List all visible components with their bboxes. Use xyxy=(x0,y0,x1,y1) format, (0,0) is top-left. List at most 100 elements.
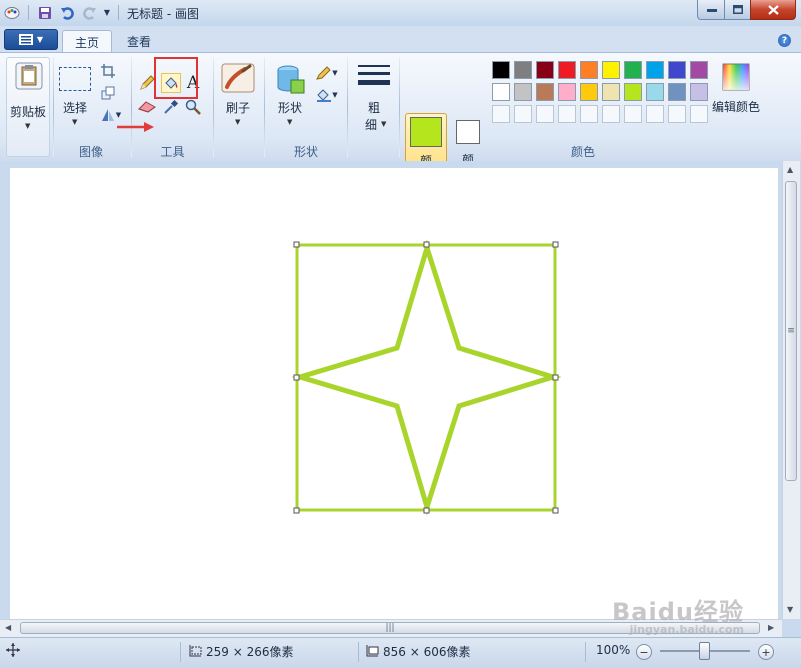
palette-swatch[interactable] xyxy=(624,61,642,79)
drawing-surface xyxy=(291,239,562,516)
scroll-right-icon[interactable]: ▶ xyxy=(768,623,774,632)
resize-handle[interactable] xyxy=(293,241,300,248)
palette-swatch[interactable] xyxy=(646,83,664,101)
palette-swatch[interactable] xyxy=(492,61,510,79)
fill-tool-highlight xyxy=(154,57,198,99)
crop-icon[interactable] xyxy=(98,61,118,81)
close-icon xyxy=(767,4,779,15)
magnifier-icon[interactable] xyxy=(183,97,203,117)
customize-toolbar-icon[interactable]: ▼ xyxy=(101,4,113,21)
resize-handle[interactable] xyxy=(293,507,300,514)
rainbow-palette-icon xyxy=(722,63,750,91)
palette-swatch-custom[interactable] xyxy=(558,105,576,123)
palette-swatch[interactable] xyxy=(690,83,708,101)
scroll-left-icon[interactable]: ◀ xyxy=(5,623,11,632)
resize-handle[interactable] xyxy=(423,241,430,248)
select-button[interactable]: 选择 ▼ xyxy=(56,61,94,135)
shapes-button[interactable]: 形状 ▼ xyxy=(270,61,310,135)
select-label: 选择 xyxy=(62,101,87,115)
palette-swatch[interactable] xyxy=(580,83,598,101)
palette-swatch[interactable] xyxy=(602,61,620,79)
chevron-down-icon: ▼ xyxy=(381,120,387,128)
resize-handle[interactable] xyxy=(423,507,430,514)
palette-swatch[interactable] xyxy=(668,61,686,79)
minimize-button[interactable] xyxy=(697,0,726,20)
palette-swatch[interactable] xyxy=(580,61,598,79)
color-picker-icon[interactable] xyxy=(161,97,181,117)
palette-swatch-custom[interactable] xyxy=(602,105,620,123)
chevron-down-icon: ▼ xyxy=(332,91,338,99)
chevron-down-icon: ▼ xyxy=(72,118,78,126)
chevron-down-icon: ▼ xyxy=(115,111,122,119)
redo-icon[interactable] xyxy=(80,4,98,21)
palette-swatch[interactable] xyxy=(558,61,576,79)
zoom-out-button[interactable]: − xyxy=(636,644,652,660)
resize-handle[interactable] xyxy=(552,374,559,381)
resize-handle[interactable] xyxy=(293,374,300,381)
zoom-slider-thumb[interactable] xyxy=(699,642,710,660)
ribbon-home: 剪贴板 ▼ 选择 ▼ ▼ 图像 A 工具 刷子 ▼ 形状 ▼ ▼ ▼ 形状 粗 … xyxy=(0,52,801,189)
watermark-text: Baidu经验 xyxy=(612,598,744,626)
palette-swatch-custom[interactable] xyxy=(668,105,686,123)
palette-swatch-custom[interactable] xyxy=(690,105,708,123)
palette-swatch[interactable] xyxy=(514,83,532,101)
edit-colors-label: 编辑颜色 xyxy=(711,100,760,114)
palette-swatch[interactable] xyxy=(514,61,532,79)
palette-swatch[interactable] xyxy=(536,61,554,79)
paint-menu-button[interactable]: ▼ xyxy=(4,29,58,50)
brushes-label: 刷子 xyxy=(225,101,250,115)
vertical-scrollbar[interactable]: ▲ ≡ ▼ xyxy=(782,161,800,619)
brush-icon xyxy=(221,63,255,93)
resize-handle[interactable] xyxy=(552,241,559,248)
palette-swatch-custom[interactable] xyxy=(580,105,598,123)
palette-swatch[interactable] xyxy=(668,83,686,101)
palette-swatch-custom[interactable] xyxy=(514,105,532,123)
chevron-down-icon: ▼ xyxy=(25,122,31,130)
clipboard-button[interactable]: 剪贴板 ▼ xyxy=(6,57,50,157)
palette-swatch-custom[interactable] xyxy=(536,105,554,123)
maximize-button[interactable] xyxy=(724,0,752,20)
watermark-subtext: jingyan.baidu.com xyxy=(629,623,744,636)
maximize-icon xyxy=(733,5,743,14)
eraser-icon[interactable] xyxy=(137,97,157,117)
palette-swatch[interactable] xyxy=(602,83,620,101)
size-button[interactable]: 粗 细 ▼ xyxy=(353,61,395,141)
group-separator xyxy=(131,57,132,157)
palette-swatch-custom[interactable] xyxy=(492,105,510,123)
paint-app-icon[interactable] xyxy=(3,4,21,21)
help-icon[interactable]: ? xyxy=(778,34,791,47)
tab-view[interactable]: 查看 xyxy=(118,30,160,52)
edit-colors-button[interactable]: 编辑颜色 xyxy=(709,61,763,121)
menu-icon xyxy=(18,34,33,45)
canvas-size-text: 856 × 606像素 xyxy=(383,645,471,659)
palette-swatch-custom[interactable] xyxy=(624,105,642,123)
selection-size-text: 259 × 266像素 xyxy=(206,645,294,659)
palette-swatch[interactable] xyxy=(624,83,642,101)
scroll-up-icon[interactable]: ▲ xyxy=(787,165,793,174)
save-icon[interactable] xyxy=(36,4,54,21)
vertical-scroll-thumb[interactable]: ≡ xyxy=(785,181,797,481)
brushes-button[interactable]: 刷子 ▼ xyxy=(218,61,258,135)
selection-size-icon xyxy=(189,644,202,656)
status-separator xyxy=(180,642,181,662)
palette-swatch[interactable] xyxy=(492,83,510,101)
tab-home[interactable]: 主页 xyxy=(62,30,112,53)
palette-swatch[interactable] xyxy=(558,83,576,101)
undo-icon[interactable] xyxy=(58,4,76,21)
scroll-down-icon[interactable]: ▼ xyxy=(787,605,793,614)
palette-swatch-custom[interactable] xyxy=(646,105,664,123)
shape-fill-icon[interactable]: ▼ xyxy=(313,85,341,105)
outline-pen-icon[interactable]: ▼ xyxy=(313,63,341,83)
four-point-star-shape xyxy=(291,239,562,516)
work-area: ▲ ≡ ▼ xyxy=(0,161,801,619)
palette-swatch[interactable] xyxy=(646,61,664,79)
chevron-down-icon: ▼ xyxy=(287,118,293,126)
resize-icon[interactable] xyxy=(98,83,118,103)
drawing-canvas[interactable] xyxy=(10,168,778,619)
title-bar: ▼ 无标题 - 画图 xyxy=(0,0,801,27)
close-button[interactable] xyxy=(750,0,796,20)
zoom-in-button[interactable]: + xyxy=(758,644,774,660)
resize-handle[interactable] xyxy=(552,507,559,514)
palette-swatch[interactable] xyxy=(536,83,554,101)
palette-swatch[interactable] xyxy=(690,61,708,79)
